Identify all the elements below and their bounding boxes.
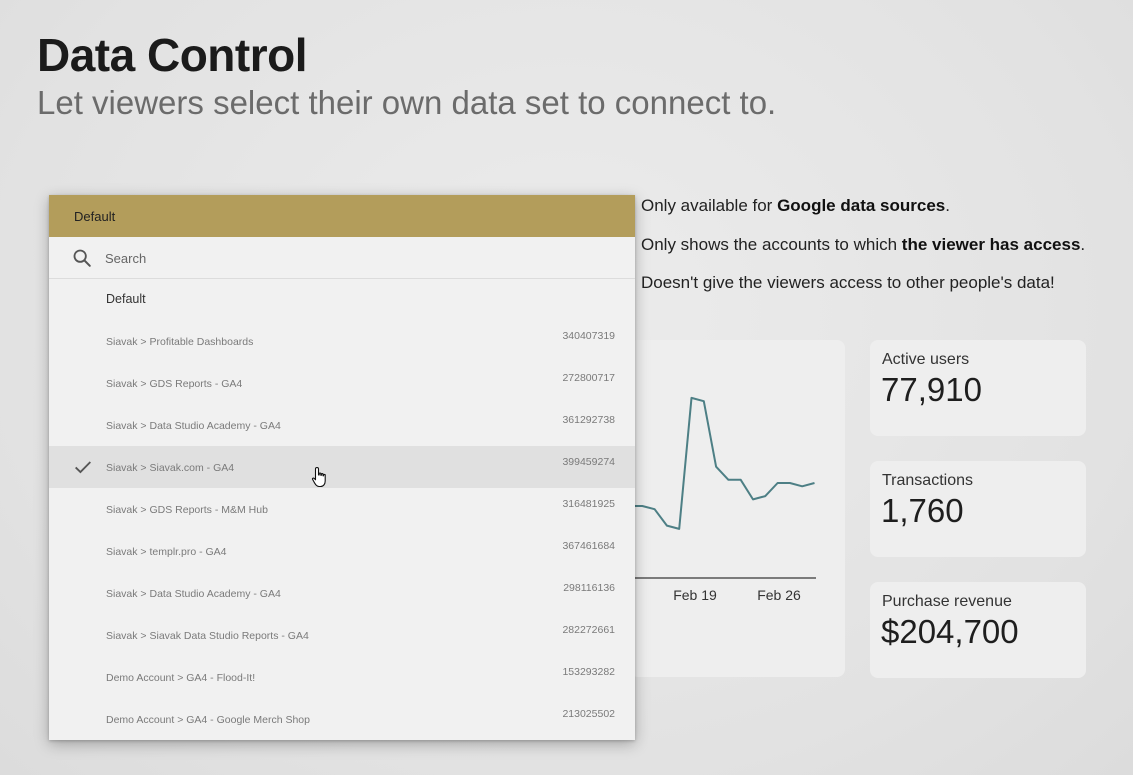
chart-x-tick-label: Feb 26 xyxy=(757,587,801,603)
info-line-2-bold: the viewer has access xyxy=(901,235,1081,254)
kpi-card-transactions: Transactions 1,760 xyxy=(870,461,1086,557)
dropdown-option[interactable]: Siavak > GDS Reports - GA4 272800717 xyxy=(49,362,635,404)
line-chart-card: Feb 19 Feb 26 xyxy=(630,340,845,677)
dropdown-option[interactable]: Siavak > Siavak Data Studio Reports - GA… xyxy=(49,614,635,656)
dropdown-option-id: 340407319 xyxy=(562,330,615,342)
search-input[interactable] xyxy=(105,247,505,269)
dropdown-option[interactable]: Demo Account > GA4 - Google Merch Shop 21… xyxy=(49,698,635,740)
search-icon xyxy=(73,249,91,267)
line-chart: Feb 19 Feb 26 xyxy=(630,396,816,603)
dropdown-option-id: 399459274 xyxy=(562,456,615,468)
info-line-1: Only available for Google data sources. xyxy=(641,196,950,216)
dropdown-search-bar xyxy=(49,237,635,279)
dropdown-option[interactable]: Siavak > Profitable Dashboards 340407319 xyxy=(49,320,635,362)
dropdown-option[interactable]: Demo Account > GA4 - Flood-It! 153293282 xyxy=(49,656,635,698)
kpi-label: Transactions xyxy=(882,472,973,489)
dropdown-option[interactable]: Siavak > Data Studio Academy - GA4 361292… xyxy=(49,404,635,446)
slide: Data Control Let viewers select their ow… xyxy=(0,0,1133,775)
dropdown-option-name: Demo Account > GA4 - Google Merch Shop xyxy=(106,714,310,726)
data-control-dropdown: Default Default Siavak > Profitable Dash… xyxy=(49,195,635,740)
dropdown-option-id: 213025502 xyxy=(562,708,615,720)
kpi-value: $204,700 xyxy=(881,613,1019,650)
info-line-2-prefix: Only shows the accounts to which xyxy=(641,235,902,254)
page-subtitle: Let viewers select their own data set to… xyxy=(37,84,777,121)
info-line-2-suffix: . xyxy=(1080,235,1086,254)
info-line-1-prefix: Only available for xyxy=(641,196,778,215)
kpi-card-active-users: Active users 77,910 xyxy=(870,340,1086,436)
dropdown-option-id: 367461684 xyxy=(562,540,615,552)
dropdown-option-id: 282272661 xyxy=(562,624,615,636)
dropdown-option-name: Siavak > GDS Reports - M&M Hub xyxy=(106,504,268,516)
dropdown-option[interactable]: Siavak > Data Studio Academy - GA4 298116… xyxy=(49,572,635,614)
info-line-2: Only shows the accounts to which the vie… xyxy=(641,235,1085,255)
kpi-value: 77,910 xyxy=(881,371,982,408)
dropdown-option-name: Siavak > templr.pro - GA4 xyxy=(106,546,227,558)
dropdown-option-id: 272800717 xyxy=(562,372,615,384)
dropdown-selected-label: Default xyxy=(74,209,116,224)
dropdown-option-name: Siavak > Siavak Data Studio Reports - GA… xyxy=(106,630,309,642)
chart-series-line xyxy=(630,396,815,530)
dropdown-option-name: Siavak > Data Studio Academy - GA4 xyxy=(106,588,281,600)
info-line-1-bold: Google data sources xyxy=(777,196,946,215)
dropdown-option-default[interactable]: Default xyxy=(106,292,146,306)
dropdown-option-id: 316481925 xyxy=(562,498,615,510)
dropdown-option[interactable]: Siavak > GDS Reports - M&M Hub 316481925 xyxy=(49,488,635,530)
info-line-3: Doesn't give the viewers access to other… xyxy=(641,273,1055,292)
page-title: Data Control xyxy=(37,29,308,81)
dropdown-option-name: Siavak > Data Studio Academy - GA4 xyxy=(106,420,281,432)
dropdown-option[interactable]: Siavak > templr.pro - GA4 367461684 xyxy=(49,530,635,572)
hand-cursor-icon xyxy=(311,466,326,488)
dropdown-option-name: Siavak > Profitable Dashboards xyxy=(106,336,254,348)
dropdown-option[interactable]: Siavak > Siavak.com - GA4 399459274 xyxy=(49,446,635,488)
dropdown-option-id: 153293282 xyxy=(562,666,615,678)
chart-x-tick-label: Feb 19 xyxy=(673,587,717,603)
check-icon xyxy=(75,461,91,474)
kpi-label: Purchase revenue xyxy=(882,593,1012,610)
dropdown-option-id: 298116136 xyxy=(563,582,615,594)
dropdown-option-name: Siavak > GDS Reports - GA4 xyxy=(106,378,243,390)
dropdown-option-name: Demo Account > GA4 - Flood-It! xyxy=(106,672,256,684)
info-line-1-suffix: . xyxy=(945,196,950,215)
dropdown-header[interactable]: Default xyxy=(49,195,635,237)
kpi-card-purchase-revenue: Purchase revenue $204,700 xyxy=(870,582,1086,678)
dropdown-option-name: Siavak > Siavak.com - GA4 xyxy=(106,462,235,474)
kpi-value: 1,760 xyxy=(881,492,964,529)
kpi-label: Active users xyxy=(882,351,970,368)
dropdown-option-id: 361292738 xyxy=(562,414,615,426)
